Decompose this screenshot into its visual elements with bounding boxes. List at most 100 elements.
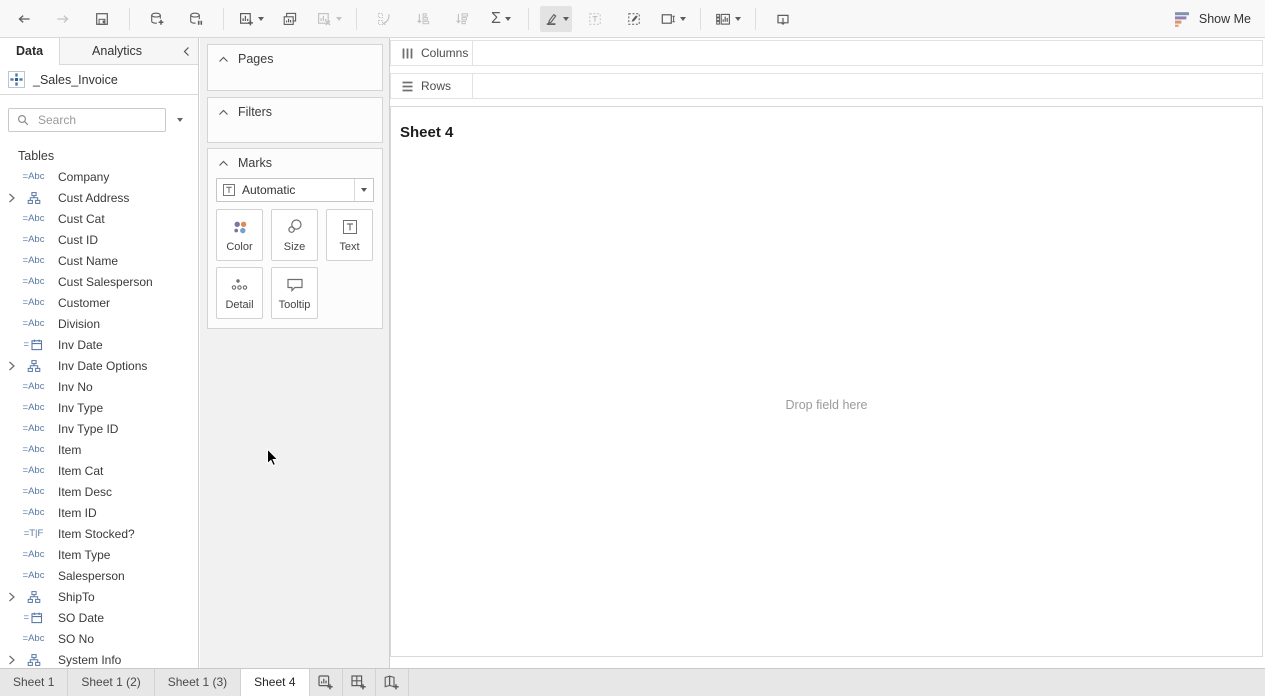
search-input[interactable] [36,112,152,128]
field-name: Inv No [58,380,93,394]
tab-data[interactable]: Data [0,38,60,65]
field-type-icon: =Abc [17,213,50,224]
field-type-icon: = [17,611,50,625]
field-name: Item Desc [58,485,112,499]
datasource-item[interactable]: _Sales_Invoice [0,65,198,95]
field-name: System Info [58,653,121,667]
search-options-caret[interactable] [175,118,183,122]
field-type-icon: =Abc [17,297,50,308]
new-worksheet-button[interactable] [235,6,267,32]
mark-color-button[interactable]: Color [216,209,263,261]
field-item[interactable]: =AbcSalesperson [0,565,198,586]
show-hide-cards-button[interactable] [712,6,744,32]
field-item[interactable]: =AbcInv Type [0,397,198,418]
mark-type-caret[interactable] [354,179,373,201]
field-item[interactable]: =AbcCompany [0,166,198,187]
filters-card[interactable]: Filters [207,97,383,143]
filters-title: Filters [238,105,272,119]
show-me-button[interactable]: Show Me [1174,7,1251,31]
rows-shelf[interactable]: Rows [390,73,1263,99]
new-dashboard-tab-button[interactable] [343,669,376,696]
field-item[interactable]: ShipTo [0,586,198,607]
collapse-filters-icon[interactable] [218,109,229,116]
rows-drop-zone[interactable] [473,74,1262,98]
collapse-marks-icon[interactable] [218,160,229,167]
size-icon [285,217,305,237]
field-item[interactable]: =Abc Cust ID [0,229,198,250]
collapse-pane-button[interactable] [174,38,198,65]
mark-text-button[interactable]: Text [326,209,373,261]
toolbar-separator [528,8,529,30]
sheet-tab[interactable]: Sheet 1 (2) [68,669,154,696]
mark-detail-button[interactable]: Detail [216,267,263,319]
sheet-tab[interactable]: Sheet 4 [241,669,309,696]
field-item[interactable]: =Inv Date [0,334,198,355]
mark-tooltip-button[interactable]: Tooltip [271,267,318,319]
field-item[interactable]: =AbcItem Cat [0,460,198,481]
field-item[interactable]: =AbcInv Type ID [0,418,198,439]
field-expander-icon[interactable] [6,361,17,371]
field-item[interactable]: Inv Date Options [0,355,198,376]
field-type-icon: =Abc [17,318,50,329]
columns-icon [400,46,415,61]
mouse-cursor [266,448,279,468]
rows-label: Rows [421,79,451,93]
field-item[interactable]: =AbcCustomer [0,292,198,313]
field-item[interactable]: =AbcCust Salesperson [0,271,198,292]
sheet-tab[interactable]: Sheet 1 [0,669,68,696]
columns-drop-zone[interactable] [473,41,1262,65]
field-name: Inv Date Options [58,359,147,373]
new-data-source-button[interactable] [141,6,173,32]
field-expander-icon[interactable] [6,193,17,203]
marks-title: Marks [238,156,272,170]
columns-shelf-label: Columns [391,41,473,65]
field-item[interactable]: =AbcCust Name [0,250,198,271]
collapse-pages-icon[interactable] [218,56,229,63]
new-story-tab-button[interactable] [376,669,409,696]
pages-card[interactable]: Pages [207,44,383,91]
sheet-canvas[interactable]: Sheet 4 Drop field here [390,106,1263,657]
columns-label: Columns [421,46,468,60]
tooltip-icon [285,275,305,295]
rows-shelf-label: Rows [391,74,473,98]
toolbar: Σ Show Me [0,0,1265,38]
field-item[interactable]: =AbcItem [0,439,198,460]
field-item[interactable]: =AbcSO No [0,628,198,649]
field-name: Cust ID [58,233,98,247]
field-item[interactable]: = SO Date [0,607,198,628]
tab-analytics[interactable]: Analytics [60,38,174,65]
mark-size-button[interactable]: Size [271,209,318,261]
clear-sheet-button [313,6,345,32]
field-type-icon: =Abc [17,234,50,245]
totals-button[interactable]: Σ [485,6,517,32]
field-expander-icon[interactable] [6,655,17,665]
field-item[interactable]: =AbcCust Cat [0,208,198,229]
field-type-icon: =Abc [17,633,50,644]
presentation-mode-button[interactable] [767,6,799,32]
field-item[interactable]: =AbcDivision [0,313,198,334]
field-expander-icon[interactable] [6,592,17,602]
mark-type-dropdown[interactable]: Automatic [216,178,374,202]
field-item[interactable]: =AbcItem Type [0,544,198,565]
save-button[interactable] [86,6,118,32]
duplicate-sheet-button[interactable] [274,6,306,32]
annotate-button[interactable] [618,6,650,32]
pause-auto-updates-button[interactable] [180,6,212,32]
columns-shelf[interactable]: Columns [390,40,1263,66]
field-name: Item Stocked? [58,527,135,541]
new-worksheet-tab-button[interactable] [310,669,343,696]
field-type-icon: =Abc [17,276,50,287]
field-item[interactable]: =AbcItem ID [0,502,198,523]
undo-button[interactable] [8,6,40,32]
data-pane: Data Analytics _Sales_Invoice Tables =Ab… [0,38,199,668]
sheet-tab[interactable]: Sheet 1 (3) [155,669,241,696]
fit-button[interactable] [657,6,689,32]
search-box[interactable] [8,108,166,132]
field-item[interactable]: System Info [0,649,198,668]
field-item[interactable]: =T|FItem Stocked? [0,523,198,544]
field-item[interactable]: Cust Address [0,187,198,208]
field-name: SO Date [58,611,104,625]
field-item[interactable]: =AbcInv No [0,376,198,397]
highlight-button[interactable] [540,6,572,32]
field-item[interactable]: =AbcItem Desc [0,481,198,502]
